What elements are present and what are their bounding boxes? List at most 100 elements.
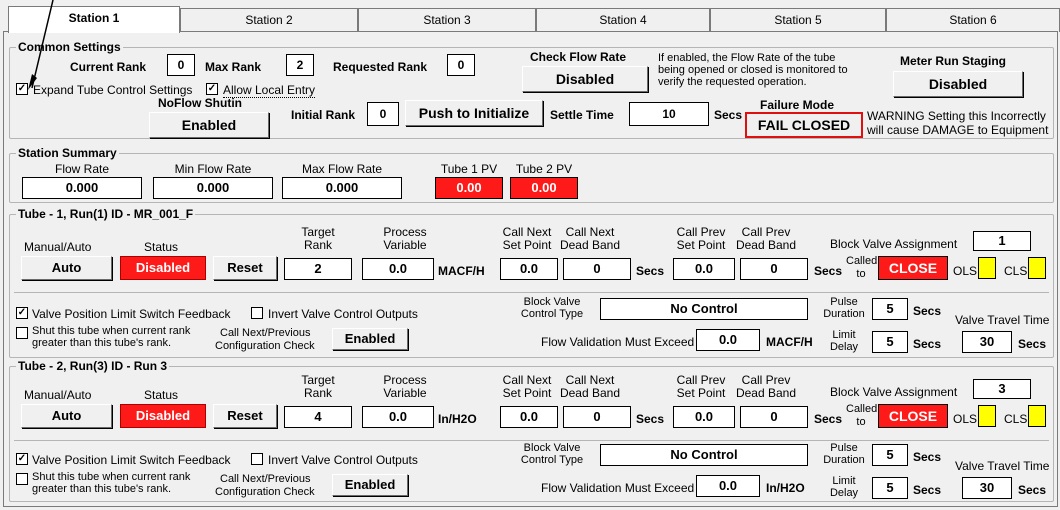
station-tabs: Station 1 Station 2 Station 3 Station 4 …: [8, 6, 1060, 33]
cn-db-label-2: Dead Band: [559, 238, 621, 252]
cn-sp-label-2: Set Point: [502, 386, 552, 400]
noflow-button[interactable]: Enabled: [149, 112, 269, 138]
cp-db-value[interactable]: 0: [740, 258, 808, 280]
cn-sp-label-1: Call Next: [502, 373, 552, 387]
tube-1-title: Tube - 1, Run(1) ID - MR_001_F: [16, 207, 196, 221]
reset-button[interactable]: Reset: [213, 404, 277, 428]
requested-rank-value[interactable]: 0: [447, 54, 475, 76]
noflow-label: NoFlow Shutin: [158, 96, 242, 110]
cp-sp-value[interactable]: 0.0: [673, 258, 735, 280]
tab-station-4[interactable]: Station 4: [536, 8, 710, 32]
tube2-pv-label: Tube 2 PV: [515, 162, 573, 176]
cn-db-value[interactable]: 0: [563, 258, 631, 280]
cnp-enabled-button[interactable]: Enabled: [332, 328, 408, 350]
tab-station-5[interactable]: Station 5: [710, 8, 886, 32]
cn-db-value[interactable]: 0: [563, 406, 631, 428]
ols-indicator: [978, 405, 996, 427]
warning-line-2: will cause DAMAGE to Equipment: [867, 123, 1049, 137]
common-settings-group: Common Settings Current Rank 0 Max Rank …: [9, 40, 1054, 139]
flow-validation-value[interactable]: 0.0: [696, 475, 760, 497]
cn-sp-value[interactable]: 0.0: [500, 406, 558, 428]
cp-db-value[interactable]: 0: [740, 406, 808, 428]
tab-station-2[interactable]: Station 2: [180, 8, 358, 32]
reset-button[interactable]: Reset: [213, 256, 277, 280]
pulse-label-1: Pulse: [830, 442, 858, 454]
pulse-secs-label: Secs: [913, 304, 942, 318]
valve-travel-value[interactable]: 30: [962, 331, 1012, 353]
called-label-2: to: [856, 268, 866, 280]
shut-tube-checkbox[interactable]: [16, 473, 28, 485]
cn-secs-label: Secs: [636, 264, 665, 278]
limit-secs-label: Secs: [913, 483, 942, 497]
status-disabled[interactable]: Disabled: [120, 404, 206, 428]
tube1-pv-label: Tube 1 PV: [440, 162, 498, 176]
status-disabled[interactable]: Disabled: [120, 256, 206, 280]
min-flow-label: Min Flow Rate: [174, 162, 252, 176]
invert-label: Invert Valve Control Outputs: [268, 453, 418, 467]
shut-tube-checkbox[interactable]: [16, 327, 28, 339]
pulse-value[interactable]: 5: [872, 298, 908, 320]
target-rank-value[interactable]: 4: [284, 406, 352, 428]
allow-local-checkbox[interactable]: ✓: [206, 83, 218, 95]
check-flow-button[interactable]: Disabled: [522, 66, 648, 92]
limit-delay-value[interactable]: 5: [872, 477, 908, 499]
cn-sp-label-1: Call Next: [502, 225, 552, 239]
push-initialize-button[interactable]: Push to Initialize: [405, 100, 543, 126]
shut-tube-label-1: Shut this tube when current rank: [32, 471, 191, 483]
flow-validation-unit: In/H2O: [766, 481, 805, 495]
cp-db-label-1: Call Prev: [741, 373, 791, 387]
settle-time-value[interactable]: 10: [629, 102, 709, 126]
tab-station-6[interactable]: Station 6: [886, 8, 1060, 32]
cp-sp-label-1: Call Prev: [676, 373, 726, 387]
travel-secs-label: Secs: [1018, 483, 1047, 497]
cnp-enabled-button[interactable]: Enabled: [332, 474, 408, 496]
shut-tube-label-2: greater than this tube's rank.: [32, 483, 172, 495]
block-valve-assign-value[interactable]: 1: [973, 231, 1031, 251]
cp-secs-label: Secs: [814, 412, 843, 426]
initial-rank-value[interactable]: 0: [367, 102, 399, 126]
target-rank-value[interactable]: 2: [284, 258, 352, 280]
failure-mode-button[interactable]: FAIL CLOSED: [745, 112, 863, 138]
status-label: Status: [144, 240, 179, 254]
valve-travel-value[interactable]: 30: [962, 477, 1012, 499]
max-rank-label: Max Rank: [205, 60, 262, 74]
auto-button[interactable]: Auto: [21, 256, 112, 280]
pulse-value[interactable]: 5: [872, 444, 908, 466]
cp-sp-label-1: Call Prev: [676, 225, 726, 239]
ols-indicator: [978, 257, 996, 279]
vplsf-checkbox[interactable]: ✓: [16, 307, 28, 319]
shut-tube-label-2: greater than this tube's rank.: [32, 337, 172, 349]
limit-label-2: Delay: [829, 341, 859, 353]
failure-mode-label: Failure Mode: [760, 98, 835, 112]
cp-sp-value[interactable]: 0.0: [673, 406, 735, 428]
invert-checkbox[interactable]: [251, 307, 263, 319]
cnp-label-2: Configuration Check: [215, 486, 315, 498]
valve-travel-label: Valve Travel Time: [955, 459, 1050, 473]
block-valve-assign-value[interactable]: 3: [973, 379, 1031, 399]
cls-indicator: [1028, 405, 1046, 427]
max-rank-value: 2: [286, 54, 314, 76]
current-rank-label: Current Rank: [70, 60, 147, 74]
limit-label-1: Limit: [832, 329, 856, 341]
tab-station-3[interactable]: Station 3: [358, 8, 536, 32]
cp-db-label-2: Dead Band: [735, 238, 797, 252]
min-flow-value: 0.000: [153, 177, 273, 199]
cp-db-label-2: Dead Band: [735, 386, 797, 400]
cn-sp-value[interactable]: 0.0: [500, 258, 558, 280]
flow-rate-label: Flow Rate: [54, 162, 110, 176]
requested-rank-label: Requested Rank: [333, 60, 428, 74]
block-valve-assign-label: Block Valve Assignment: [830, 237, 958, 251]
bvct-label-2: Control Type: [520, 454, 584, 466]
control-type-value[interactable]: No Control: [600, 298, 808, 320]
cnp-label-1: Call Next/Previous: [220, 327, 311, 339]
auto-button[interactable]: Auto: [21, 404, 112, 428]
limit-delay-value[interactable]: 5: [872, 331, 908, 353]
current-rank-value: 0: [167, 54, 195, 76]
invert-checkbox[interactable]: [251, 453, 263, 465]
control-type-value[interactable]: No Control: [600, 444, 808, 466]
vplsf-checkbox[interactable]: ✓: [16, 453, 28, 465]
flow-validation-value[interactable]: 0.0: [696, 329, 760, 351]
travel-secs-label: Secs: [1018, 337, 1047, 351]
meter-run-button[interactable]: Disabled: [893, 71, 1023, 97]
check-flow-note-3: verify the requested operation.: [658, 76, 807, 88]
